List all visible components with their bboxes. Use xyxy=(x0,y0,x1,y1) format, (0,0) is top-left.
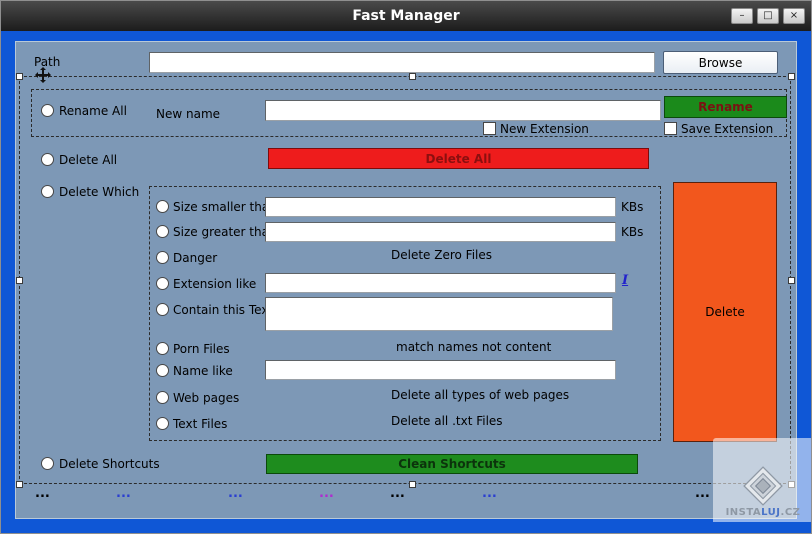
danger-radio[interactable] xyxy=(156,251,169,264)
selection-handle[interactable] xyxy=(16,277,23,284)
status-dots: ... xyxy=(695,486,710,501)
text-files-radio[interactable] xyxy=(156,417,169,430)
rename-all-radio[interactable] xyxy=(41,104,54,117)
save-extension-checkbox[interactable] xyxy=(664,122,677,135)
new-extension-label: New Extension xyxy=(500,122,589,136)
selection-handle[interactable] xyxy=(409,73,416,80)
status-slot: ... xyxy=(482,482,497,501)
contain-text-radio[interactable] xyxy=(156,303,169,316)
new-name-input[interactable] xyxy=(265,100,661,121)
porn-files-info: match names not content xyxy=(396,340,552,354)
status-dots: ... xyxy=(319,486,334,501)
size-smaller-radio[interactable] xyxy=(156,200,169,213)
size-smaller-input[interactable] xyxy=(265,197,616,217)
selection-handle[interactable] xyxy=(788,277,795,284)
selection-handle[interactable] xyxy=(788,73,795,80)
size-greater-radio[interactable] xyxy=(156,225,169,238)
rename-button[interactable]: Rename xyxy=(664,96,787,118)
status-dots: ... xyxy=(116,486,131,501)
size-smaller-label: Size smaller than xyxy=(173,200,277,214)
new-name-label: New name xyxy=(156,107,221,121)
diamond-logo-icon xyxy=(743,466,783,506)
contain-text-input[interactable] xyxy=(265,297,613,331)
text-files-label: Text Files xyxy=(173,417,228,431)
status-slot: ... xyxy=(116,482,131,501)
watermark: INSTALUJ.CZ xyxy=(713,438,811,522)
size-greater-unit: KBs xyxy=(621,225,644,239)
delete-all-radio[interactable] xyxy=(41,153,54,166)
watermark-part1: INSTA xyxy=(725,507,762,518)
status-slot: ... xyxy=(390,482,405,501)
size-smaller-unit: KBs xyxy=(621,200,644,214)
status-dots: ... xyxy=(228,486,243,501)
minimize-button[interactable]: – xyxy=(731,8,753,24)
extension-like-label: Extension like xyxy=(173,277,257,291)
selection-handle[interactable] xyxy=(409,481,416,488)
web-pages-label: Web pages xyxy=(173,391,240,405)
extension-info-link[interactable]: I xyxy=(622,273,628,288)
watermark-part3: .CZ xyxy=(780,507,801,518)
watermark-part2: LUJ xyxy=(761,507,781,518)
titlebar: Fast Manager – □ × xyxy=(1,1,811,31)
name-like-input[interactable] xyxy=(265,360,616,380)
status-slot: ... xyxy=(319,482,334,501)
name-like-radio[interactable] xyxy=(156,364,169,377)
move-handle-icon[interactable] xyxy=(35,67,51,83)
save-extension-label: Save Extension xyxy=(681,122,774,136)
name-like-label: Name like xyxy=(173,364,233,378)
web-pages-info: Delete all types of web pages xyxy=(391,388,570,402)
status-dots: ... xyxy=(482,486,497,501)
path-input[interactable] xyxy=(149,52,655,73)
rename-all-label: Rename All xyxy=(59,104,127,118)
window-title: Fast Manager xyxy=(352,8,460,24)
selection-handle[interactable] xyxy=(16,481,23,488)
danger-info: Delete Zero Files xyxy=(391,248,493,262)
delete-shortcuts-radio[interactable] xyxy=(41,457,54,470)
close-button[interactable]: × xyxy=(783,8,805,24)
browse-button[interactable]: Browse xyxy=(663,51,778,74)
new-extension-checkbox[interactable] xyxy=(483,122,496,135)
watermark-text: INSTALUJ.CZ xyxy=(726,507,801,518)
web-pages-radio[interactable] xyxy=(156,391,169,404)
status-slot: ... xyxy=(228,482,243,501)
status-dots: ... xyxy=(390,486,405,501)
maximize-button[interactable]: □ xyxy=(757,8,779,24)
size-greater-input[interactable] xyxy=(265,222,616,242)
selection-handle[interactable] xyxy=(16,73,23,80)
delete-which-radio[interactable] xyxy=(41,185,54,198)
status-slot: ... xyxy=(35,482,50,501)
danger-label: Danger xyxy=(173,251,218,265)
delete-which-label: Delete Which xyxy=(59,185,140,199)
status-dots: ... xyxy=(35,486,50,501)
extension-like-input[interactable] xyxy=(265,273,616,293)
clean-shortcuts-button[interactable]: Clean Shortcuts xyxy=(266,454,638,474)
delete-button[interactable]: Delete xyxy=(673,182,777,442)
window: Fast Manager – □ × Path Browse Rename Al… xyxy=(0,0,812,534)
delete-all-button[interactable]: Delete All xyxy=(268,148,649,169)
delete-all-label: Delete All xyxy=(59,153,118,167)
extension-like-radio[interactable] xyxy=(156,277,169,290)
window-controls: – □ × xyxy=(731,8,805,24)
text-files-info: Delete all .txt Files xyxy=(391,414,503,428)
status-slot: ... xyxy=(695,482,710,501)
size-greater-label: Size greater than xyxy=(173,225,277,239)
delete-shortcuts-label: Delete Shortcuts xyxy=(59,457,160,471)
porn-files-label: Porn Files xyxy=(173,342,230,356)
contain-text-label: Contain this Text xyxy=(173,303,274,317)
porn-files-radio[interactable] xyxy=(156,342,169,355)
